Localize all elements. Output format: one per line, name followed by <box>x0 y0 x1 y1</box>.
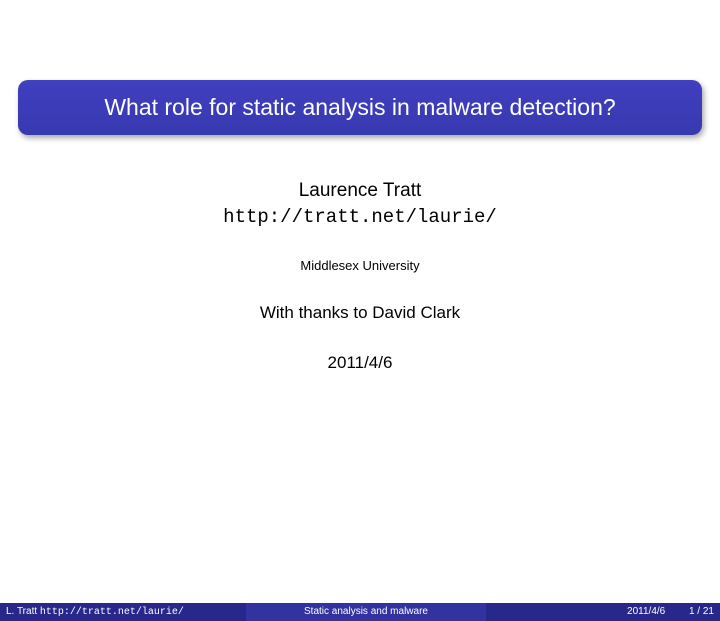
slide: What role for static analysis in malware… <box>0 80 720 621</box>
author-name: Laurence Tratt <box>0 180 720 202</box>
footer: L. Tratt http://tratt.net/laurie/ Static… <box>0 603 720 621</box>
footer-date: 2011/4/6 <box>627 606 665 617</box>
footer-author-short: L. Tratt <box>6 606 37 617</box>
footer-short-title: Static analysis and malware <box>304 606 428 617</box>
footer-page-seg: 2011/4/6 1 / 21 <box>486 603 720 621</box>
footer-author-url: http://tratt.net/laurie/ <box>40 607 184 618</box>
slide-title: What role for static analysis in malware… <box>30 94 690 121</box>
date-line: 2011/4/6 <box>0 353 720 373</box>
thanks-line: With thanks to David Clark <box>0 303 720 323</box>
footer-author-seg: L. Tratt http://tratt.net/laurie/ <box>0 603 246 621</box>
title-box: What role for static analysis in malware… <box>18 80 702 135</box>
affiliation: Middlesex University <box>0 258 720 273</box>
footer-title-seg: Static analysis and malware <box>246 603 486 621</box>
footer-page-number: 1 / 21 <box>668 603 714 621</box>
body-block: Laurence Tratt http://tratt.net/laurie/ … <box>0 180 720 373</box>
author-url: http://tratt.net/laurie/ <box>0 206 720 228</box>
